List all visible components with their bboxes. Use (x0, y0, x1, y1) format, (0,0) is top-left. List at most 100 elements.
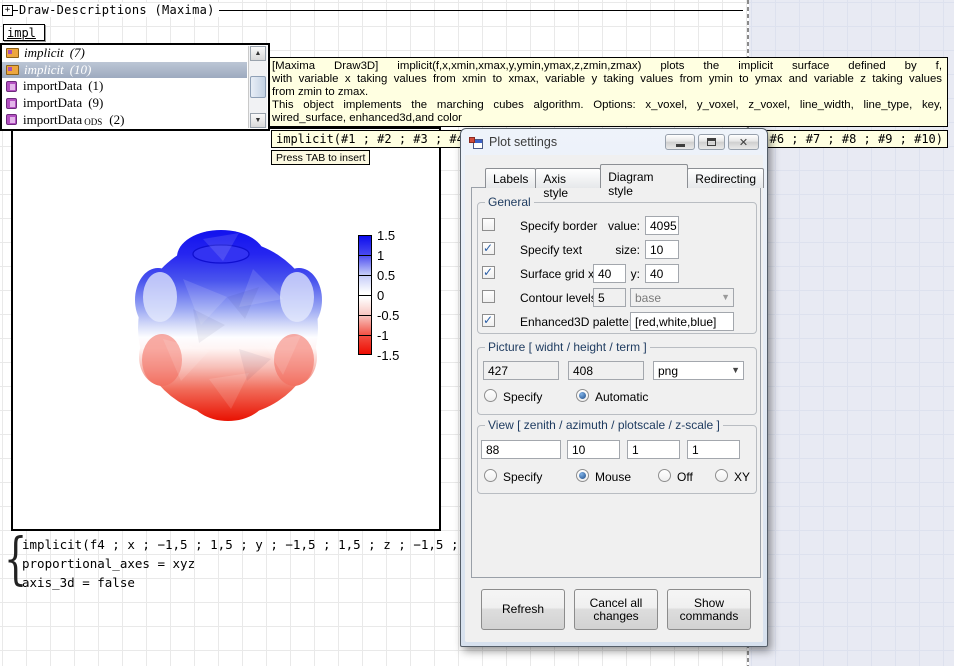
colorbar-tick: 1.5 (377, 228, 417, 243)
specify-text-checkbox[interactable] (482, 242, 495, 255)
view-xy-label: XY (734, 470, 750, 484)
plot-settings-dialog: Plot settings ✕ Labels Axis style Diagra… (460, 128, 768, 647)
show-commands-button[interactable]: Show commands (667, 589, 751, 630)
tooltip-line: This object implements the marching cube… (272, 99, 942, 112)
code-line[interactable]: implicit(f4 ; x ; −1,5 ; 1,5 ; y ; −1,5 … (22, 537, 496, 552)
scrollbar[interactable]: ▲ ▼ (248, 46, 267, 128)
surface-grid-label: Surface grid x: (520, 267, 597, 281)
close-icon: ✕ (739, 137, 748, 148)
plotscale-field[interactable]: 1 (627, 440, 680, 459)
autocomplete-item[interactable]: implicit (7) (2, 45, 247, 62)
autocomplete-item-selected[interactable]: implicit (10) (2, 62, 247, 79)
tooltip-line: with variable x taking values from xmin … (272, 73, 942, 86)
contour-type-value: base (635, 291, 661, 305)
tab-axis-style[interactable]: Axis style (535, 168, 601, 188)
tab-hint: Press TAB to insert (271, 150, 370, 165)
picture-term-select[interactable]: png ▼ (653, 361, 744, 380)
picture-height-field[interactable]: 408 (568, 361, 644, 380)
colorbar-tick: -1 (377, 328, 417, 343)
close-button[interactable]: ✕ (728, 134, 759, 150)
y-label: y: (613, 267, 640, 281)
tooltip-line: from zmin to zmax. (272, 86, 942, 99)
view-mouse-label: Mouse (595, 470, 631, 484)
palette-field[interactable]: [red,white,blue] (630, 312, 734, 331)
chevron-down-icon: ▼ (731, 365, 740, 375)
item-label: importData (23, 112, 82, 128)
contour-type-select[interactable]: base ▼ (630, 288, 734, 307)
picture-width-field[interactable]: 427 (483, 361, 559, 380)
contour-levels-label: Contour levels: (520, 291, 600, 305)
tab-labels[interactable]: Labels (485, 168, 536, 188)
section-collapse-icon[interactable]: + (2, 5, 13, 16)
colorbar-tick: -0.5 (377, 308, 417, 323)
colorbar-tick: 0 (377, 288, 417, 303)
picture-specify-label: Specify (503, 390, 542, 404)
cancel-all-changes-button[interactable]: Cancel all changes (574, 589, 658, 630)
scroll-down-icon[interactable]: ▼ (250, 113, 266, 128)
picture-automatic-label: Automatic (595, 390, 648, 404)
item-count: (7) (70, 45, 85, 61)
item-label: implicit (24, 62, 64, 78)
wxmaxima-workspace: + Draw-Descriptions (Maxima) impl implic… (0, 0, 954, 666)
contour-levels-field[interactable]: 5 (593, 288, 626, 307)
text-size-field[interactable]: 10 (645, 240, 679, 259)
colorbar-tick: 0.5 (377, 268, 417, 283)
picture-automatic-radio[interactable] (576, 389, 589, 402)
azimuth-field[interactable]: 10 (567, 440, 620, 459)
code-line[interactable]: proportional_axes = xyz (22, 556, 195, 571)
scroll-up-icon[interactable]: ▲ (250, 46, 266, 61)
general-group: General Specify border value: 4095 Speci… (477, 202, 757, 334)
tooltip-line: wired_surface, enhanced3d,and color (272, 112, 942, 125)
item-label: implicit (24, 45, 64, 61)
picture-group-title: Picture [ widht / height / term ] (485, 340, 650, 354)
view-specify-radio[interactable] (484, 469, 497, 482)
data-icon (6, 98, 17, 109)
data-icon (6, 114, 17, 125)
maximize-button[interactable] (698, 134, 725, 150)
view-group-title: View [ zenith / azimuth / plotscale / z-… (485, 418, 723, 432)
colorbar-tick: 1 (377, 248, 417, 263)
code-line[interactable]: axis_3d = false (22, 575, 135, 590)
implicit-surface (13, 129, 439, 529)
maximize-icon (707, 138, 716, 146)
minimize-button[interactable] (665, 134, 695, 150)
size-label: size: (573, 243, 640, 257)
window-icon (469, 136, 483, 149)
item-count: (9) (88, 95, 103, 111)
specify-border-checkbox[interactable] (482, 218, 495, 231)
view-mouse-radio[interactable] (576, 469, 589, 482)
contour-levels-checkbox[interactable] (482, 290, 495, 303)
enhanced3d-label: Enhanced3D palette: (520, 315, 632, 329)
chevron-down-icon: ▼ (721, 292, 730, 302)
autocomplete-item[interactable]: importData (9) (2, 95, 247, 112)
autocomplete-item[interactable]: importData ODS (2) (2, 111, 247, 128)
picture-term-value: png (658, 364, 678, 378)
picture-specify-radio[interactable] (484, 389, 497, 402)
item-count: (1) (88, 78, 103, 94)
view-off-radio[interactable] (658, 469, 671, 482)
autocomplete-item[interactable]: importData (1) (2, 78, 247, 95)
value-label: value: (573, 219, 640, 233)
view-xy-radio[interactable] (715, 469, 728, 482)
scroll-thumb[interactable] (250, 76, 266, 98)
view-group: View [ zenith / azimuth / plotscale / z-… (477, 425, 757, 494)
surface-grid-checkbox[interactable] (482, 266, 495, 279)
item-count: (10) (70, 62, 92, 78)
border-value-field[interactable]: 4095 (645, 216, 679, 235)
data-icon (6, 81, 17, 92)
zscale-field[interactable]: 1 (687, 440, 740, 459)
tab-diagram-style[interactable]: Diagram style (600, 164, 688, 188)
plot-canvas[interactable]: 1.5 1 0.5 0 -0.5 -1 -1.5 (11, 127, 441, 531)
cell-input[interactable]: impl (3, 24, 45, 41)
tab-page-diagram-style: General Specify border value: 4095 Speci… (471, 187, 761, 578)
enhanced3d-checkbox[interactable] (482, 314, 495, 327)
function-icon (6, 65, 19, 75)
zenith-field[interactable]: 88 (481, 440, 561, 459)
colorbar-tick: -1.5 (377, 348, 417, 363)
section-title: Draw-Descriptions (Maxima) (18, 3, 219, 17)
dialog-titlebar[interactable]: Plot settings ✕ (461, 129, 767, 155)
surface-grid-y-field[interactable]: 40 (645, 264, 679, 283)
tab-redirecting[interactable]: Redirecting (687, 168, 764, 188)
autocomplete-popup: implicit (7) implicit (10) importData (1… (0, 43, 270, 131)
refresh-button[interactable]: Refresh (481, 589, 565, 630)
